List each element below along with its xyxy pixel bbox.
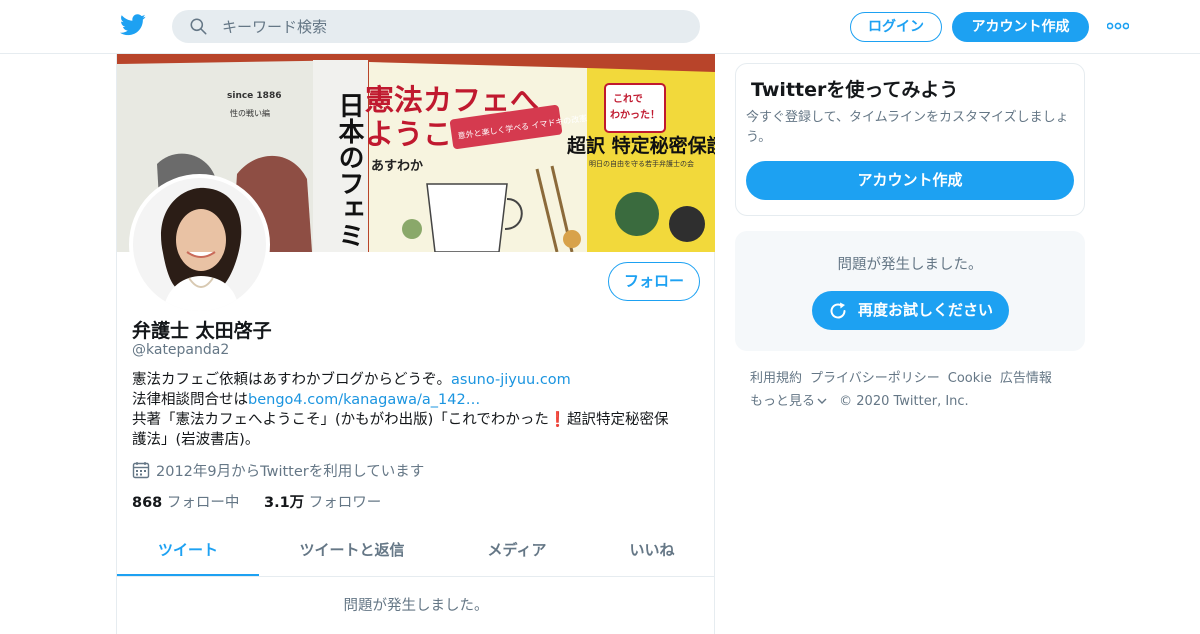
signup-button[interactable]: アカウント作成 bbox=[952, 12, 1089, 42]
footer-more-label: もっと見る bbox=[750, 394, 816, 409]
retry-label: 再度お試しください bbox=[858, 301, 994, 319]
footer-copyright: © 2020 Twitter, Inc. bbox=[839, 394, 969, 409]
profile-bio: 憲法カフェご依頼はあすわかブログからどうぞ。asuno-jiyuu.com 法律… bbox=[132, 370, 702, 450]
bio-line-4: 護法」(岩波書店)。 bbox=[132, 432, 260, 448]
footer-link-cookie[interactable]: Cookie bbox=[948, 371, 992, 386]
followers-label: フォロワー bbox=[308, 495, 382, 511]
search-bar[interactable] bbox=[172, 10, 700, 43]
profile-handle: @katepanda2 bbox=[132, 342, 230, 358]
profile-stats: 868 フォロー中 3.1万 フォロワー bbox=[132, 491, 401, 512]
retry-button[interactable]: 再度お試しください bbox=[812, 291, 1009, 330]
footer-link-ads[interactable]: 広告情報 bbox=[1000, 371, 1052, 386]
profile-tabs: ツイート ツイートと返信 メディア いいね bbox=[117, 524, 715, 577]
book3-line2: わかった！ bbox=[610, 109, 660, 121]
book3-sub: 明日の自由を守る若手弁護士の会 bbox=[589, 159, 694, 168]
follow-button[interactable]: フォロー bbox=[608, 262, 700, 301]
timeline-error-message: 問題が発生しました。 bbox=[343, 598, 489, 614]
bio-line-2: 法律相談問合せはbengo4.com/kanagawa/a_142… bbox=[132, 390, 702, 410]
join-date-text: 2012年9月からTwitterを利用しています bbox=[156, 464, 425, 480]
book3-line1: これで bbox=[613, 93, 643, 105]
twitter-logo-icon[interactable] bbox=[120, 13, 146, 37]
chevron-down-icon bbox=[817, 398, 827, 404]
bio-text: 憲法カフェご依頼はあすわかブログからどうぞ。 bbox=[132, 372, 451, 388]
tab-tweets[interactable]: ツイート bbox=[117, 524, 259, 576]
signup-card: Twitterを使ってみよう 今すぐ登録して、タイムラインをカスタマイズしましょ… bbox=[735, 63, 1085, 216]
footer-link-terms[interactable]: 利用規約 bbox=[750, 371, 802, 386]
signup-card-button[interactable]: アカウント作成 bbox=[746, 161, 1074, 200]
login-button[interactable]: ログイン bbox=[850, 12, 942, 42]
bio-link-blog[interactable]: asuno-jiyuu.com bbox=[451, 372, 571, 388]
following-label: フォロー中 bbox=[166, 495, 240, 511]
tab-media[interactable]: メディア bbox=[467, 524, 567, 576]
book1-title: 日本のフェミニズム bbox=[334, 92, 364, 252]
avatar[interactable] bbox=[129, 174, 270, 315]
book2-author: あすわか bbox=[371, 159, 423, 174]
bio-line-1: 憲法カフェご依頼はあすわかブログからどうぞ。asuno-jiyuu.com bbox=[132, 370, 702, 390]
top-bar: ログイン アカウント作成 bbox=[0, 0, 1200, 54]
following-stat[interactable]: 868 フォロー中 bbox=[132, 491, 239, 512]
footer-link-privacy[interactable]: プライバシーポリシー bbox=[810, 371, 940, 386]
book1-sub-text: 性の戦い編 bbox=[230, 108, 270, 118]
refresh-icon bbox=[830, 302, 846, 319]
profile-column: since 1886 性の戦い編 日本のフェミニズム 憲法カフェへ ようこそ 意… bbox=[116, 54, 715, 634]
search-input[interactable] bbox=[222, 10, 682, 43]
following-count: 868 bbox=[132, 495, 163, 511]
avatar-image bbox=[133, 178, 266, 311]
error-panel-message: 問題が発生しました。 bbox=[837, 257, 983, 273]
bio-text: 法律相談問合せは bbox=[132, 392, 248, 408]
bio-text: 超訳特定秘密保 bbox=[566, 412, 669, 428]
signup-card-text: 今すぐ登録して、タイムラインをカスタマイズしましょう。 bbox=[746, 110, 1069, 145]
footer-more-link[interactable]: もっと見る bbox=[750, 394, 827, 409]
followers-stat[interactable]: 3.1万 フォロワー bbox=[264, 491, 381, 512]
footer-row-2: もっと見る © 2020 Twitter, Inc. bbox=[750, 390, 1085, 413]
bio-link-consult[interactable]: bengo4.com/kanagawa/a_142… bbox=[248, 392, 480, 408]
error-panel: 問題が発生しました。 再度お試しください bbox=[735, 231, 1085, 351]
footer-links-row: 利用規約 プライバシーポリシー Cookie 広告情報 bbox=[750, 367, 1085, 390]
tab-likes[interactable]: いいね bbox=[607, 524, 697, 576]
book1-small-text: since 1886 bbox=[227, 91, 281, 101]
tab-tweets-and-replies[interactable]: ツイートと返信 bbox=[279, 524, 425, 576]
search-icon bbox=[190, 18, 207, 35]
footer: 利用規約 プライバシーポリシー Cookie 広告情報 もっと見る © 2020 Tw… bbox=[750, 367, 1085, 413]
followers-count: 3.1万 bbox=[264, 495, 305, 511]
bio-line-3: 共著「憲法カフェへようこそ」(かもがわ出版)「これでわかった❗超訳特定秘密保 bbox=[132, 410, 702, 430]
signup-card-title: Twitterを使ってみよう bbox=[751, 79, 959, 101]
more-options-icon[interactable] bbox=[1107, 21, 1129, 31]
profile-name: 弁護士 太田啓子 bbox=[132, 320, 272, 342]
bio-text: 共著「憲法カフェへようこそ」(かもがわ出版)「これでわかった bbox=[132, 412, 549, 428]
book3-main: 超訳 特定秘密保護法 bbox=[566, 134, 715, 157]
exclamation-emoji-icon: ❗ bbox=[548, 412, 567, 428]
calendar-icon bbox=[132, 462, 150, 479]
